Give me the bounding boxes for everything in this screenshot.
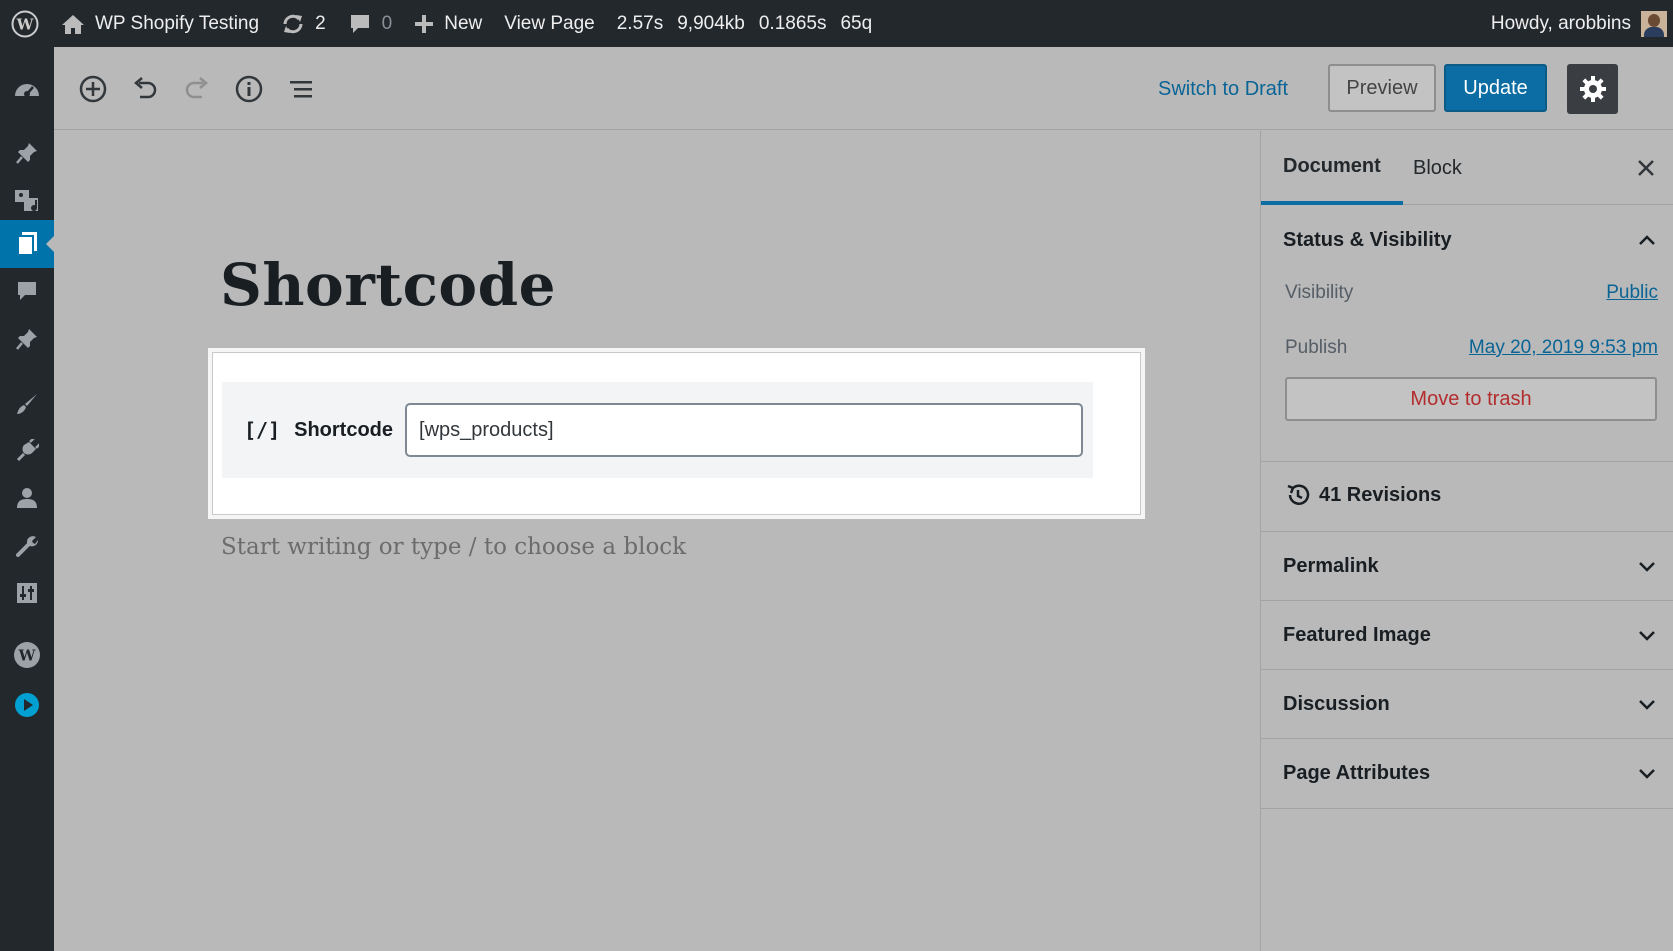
comment-icon <box>348 12 372 36</box>
chevron-down-icon[interactable] <box>1636 762 1658 784</box>
permalink-panel[interactable]: Permalink <box>1261 532 1673 601</box>
switch-to-draft-button[interactable]: Switch to Draft <box>1158 69 1288 109</box>
revisions-panel[interactable]: 41 Revisions <box>1261 462 1673 532</box>
metric-memory: 9,904kb <box>677 12 745 34</box>
sidebar-tabs: Document Block <box>1261 131 1673 205</box>
new-label: New <box>444 12 483 34</box>
status-visibility-panel: Status & Visibility Visibility Public Pu… <box>1261 205 1673 462</box>
appearance-brush-icon[interactable] <box>0 380 54 428</box>
editor-toolbar: Switch to Draft Preview Update <box>54 47 1673 130</box>
editor-canvas: Shortcode [/] Shortcode Start writing or… <box>54 131 1260 951</box>
metric-time: 2.57s <box>616 12 664 34</box>
shortcode-block-inner: [/] Shortcode <box>222 382 1093 478</box>
users-icon[interactable] <box>0 474 54 522</box>
media-icon[interactable] <box>0 176 54 224</box>
plus-icon <box>414 14 434 34</box>
info-icon[interactable] <box>229 69 269 109</box>
discussion-toggle[interactable]: Discussion <box>1283 693 1390 716</box>
shortcode-block[interactable]: [/] Shortcode <box>208 348 1145 519</box>
settings-sliders-icon[interactable] <box>0 569 54 617</box>
avatar <box>1641 10 1667 37</box>
tab-block[interactable]: Block <box>1413 131 1462 205</box>
chevron-down-icon[interactable] <box>1636 693 1658 715</box>
view-page-link[interactable]: View Page <box>493 0 606 47</box>
discussion-panel[interactable]: Discussion <box>1261 670 1673 739</box>
tools-wrench-icon[interactable] <box>0 522 54 570</box>
site-name-link[interactable]: WP Shopify Testing <box>50 0 270 47</box>
greeting: Howdy, arobbins <box>1490 12 1631 34</box>
chevron-down-icon[interactable] <box>1636 624 1658 646</box>
visibility-link[interactable]: Public <box>1606 282 1658 304</box>
close-icon[interactable] <box>1634 156 1658 180</box>
comments-link[interactable]: 0 <box>337 0 404 47</box>
undo-icon[interactable] <box>125 69 165 109</box>
featured-image-panel[interactable]: Featured Image <box>1261 601 1673 670</box>
plugins-icon[interactable] <box>0 427 54 475</box>
chevron-down-icon[interactable] <box>1636 555 1658 577</box>
publish-label: Publish <box>1285 337 1348 358</box>
page-attributes-panel[interactable]: Page Attributes <box>1261 739 1673 809</box>
home-icon <box>61 13 85 35</box>
update-button[interactable]: Update <box>1444 64 1547 112</box>
redo-icon[interactable] <box>177 69 217 109</box>
play-icon[interactable] <box>0 681 54 729</box>
revisions-link[interactable]: 41 Revisions <box>1285 482 1441 508</box>
pages-icon[interactable] <box>0 220 54 268</box>
preview-button[interactable]: Preview <box>1328 64 1436 112</box>
shortcode-icon: [/] <box>244 418 281 442</box>
tab-document[interactable]: Document <box>1261 131 1403 205</box>
svg-text:W: W <box>18 647 37 665</box>
revisions-history-icon <box>1287 484 1310 505</box>
posts-pin-icon[interactable] <box>0 129 54 177</box>
status-visibility-toggle[interactable]: Status & Visibility <box>1283 229 1452 252</box>
site-name: WP Shopify Testing <box>95 12 260 34</box>
updates-count: 2 <box>315 12 326 34</box>
admin-bar: W WP Shopify Testing 2 0 New View Page 2… <box>0 0 1673 47</box>
metric-query-time: 0.1865s <box>758 12 827 34</box>
permalink-toggle[interactable]: Permalink <box>1283 555 1379 578</box>
visibility-label: Visibility <box>1285 282 1354 303</box>
settings-sidebar: Document Block Status & Visibility Visib… <box>1260 131 1673 951</box>
comments-count: 0 <box>381 12 393 34</box>
shortcode-label: Shortcode <box>294 418 394 441</box>
move-to-trash-button[interactable]: Move to trash <box>1285 377 1657 421</box>
settings-gear-icon[interactable] <box>1567 64 1618 114</box>
shortcode-input[interactable] <box>405 403 1084 457</box>
revisions-count: 41 Revisions <box>1319 483 1442 506</box>
post-title[interactable]: Shortcode <box>220 251 556 319</box>
comments-icon[interactable] <box>0 267 54 315</box>
wordpress-com-icon[interactable]: W <box>0 631 54 679</box>
updates-link[interactable]: 2 <box>270 0 337 47</box>
add-block-icon[interactable] <box>73 69 113 109</box>
featured-image-toggle[interactable]: Featured Image <box>1283 624 1431 647</box>
wordpress-logo-icon[interactable]: W <box>0 0 50 47</box>
chevron-up-icon[interactable] <box>1636 229 1658 251</box>
admin-sidebar: W <box>0 47 54 951</box>
metric-query-count: 65q <box>840 12 873 34</box>
svg-text:W: W <box>16 15 35 33</box>
publish-date-link[interactable]: May 20, 2019 9:53 pm <box>1469 337 1658 359</box>
default-block-appender[interactable]: Start writing or type / to choose a bloc… <box>221 534 686 560</box>
page-attributes-toggle[interactable]: Page Attributes <box>1283 762 1430 785</box>
shopify-pin-icon[interactable] <box>0 315 54 363</box>
query-monitor-metrics[interactable]: 2.57s 9,904kb 0.1865s 65q <box>606 0 890 47</box>
dashboard-icon[interactable] <box>0 65 54 113</box>
updates-icon <box>281 12 305 36</box>
my-account[interactable]: Howdy, arobbins <box>1490 10 1673 37</box>
block-navigation-icon[interactable] <box>281 69 321 109</box>
new-content-link[interactable]: New <box>403 0 493 47</box>
